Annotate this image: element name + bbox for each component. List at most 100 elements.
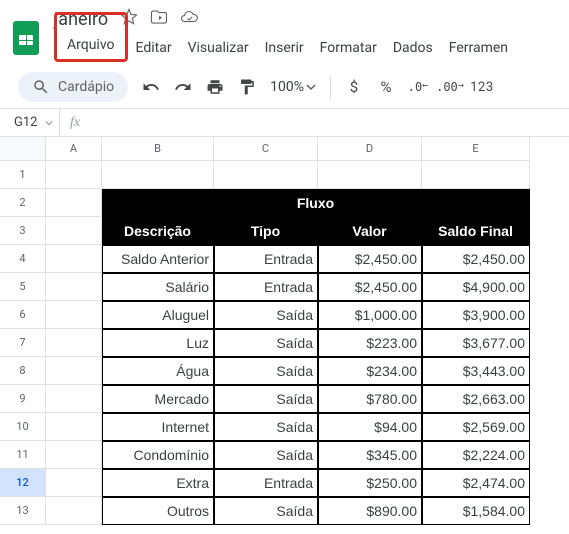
row-header-1[interactable]: 1 — [0, 161, 46, 189]
cell-desc[interactable]: Mercado — [102, 385, 214, 413]
formula-bar[interactable] — [90, 109, 569, 136]
cell-saldo[interactable]: $1,584.00 — [422, 497, 530, 525]
cell[interactable] — [46, 301, 102, 329]
cell-saldo[interactable]: $4,900.00 — [422, 273, 530, 301]
row-header-4[interactable]: 4 — [0, 245, 46, 273]
cell-valor[interactable]: $94.00 — [318, 413, 422, 441]
col-header-saldo[interactable]: Saldo Final — [422, 217, 530, 245]
cell-tipo[interactable]: Saída — [214, 301, 318, 329]
cell[interactable] — [46, 161, 102, 189]
row-header-6[interactable]: 6 — [0, 301, 46, 329]
cell-tipo[interactable]: Entrada — [214, 469, 318, 497]
cell-desc[interactable]: Luz — [102, 329, 214, 357]
menu-ferramentas[interactable]: Ferramen — [441, 36, 516, 60]
row-header-12[interactable]: 12 — [0, 469, 46, 497]
name-box[interactable]: G12 — [0, 109, 60, 136]
cell[interactable] — [46, 441, 102, 469]
row-header-5[interactable]: 5 — [0, 273, 46, 301]
cell-desc[interactable]: Internet — [102, 413, 214, 441]
cell-desc[interactable]: Outros — [102, 497, 214, 525]
row-header-8[interactable]: 8 — [0, 357, 46, 385]
cell-saldo[interactable]: $3,900.00 — [422, 301, 530, 329]
cell[interactable] — [46, 413, 102, 441]
cell[interactable] — [46, 357, 102, 385]
cell[interactable] — [214, 161, 318, 189]
col-header-E[interactable]: E — [422, 137, 530, 161]
cell-saldo[interactable]: $2,569.00 — [422, 413, 530, 441]
row-header-10[interactable]: 10 — [0, 413, 46, 441]
cell-valor[interactable]: $250.00 — [318, 469, 422, 497]
row-header-2[interactable]: 2 — [0, 189, 46, 217]
col-header-tipo[interactable]: Tipo — [214, 217, 318, 245]
redo-button[interactable] — [168, 73, 198, 101]
menu-dados[interactable]: Dados — [385, 36, 441, 60]
cell-desc[interactable]: Salário — [102, 273, 214, 301]
move-folder-icon[interactable] — [150, 8, 168, 30]
cell-desc[interactable]: Extra — [102, 469, 214, 497]
cell[interactable] — [318, 161, 422, 189]
cell-tipo[interactable]: Entrada — [214, 273, 318, 301]
cell[interactable] — [46, 189, 102, 217]
cell-valor[interactable]: $2,450.00 — [318, 245, 422, 273]
cell-valor[interactable]: $1,000.00 — [318, 301, 422, 329]
cell-saldo[interactable]: $2,663.00 — [422, 385, 530, 413]
cell[interactable] — [46, 245, 102, 273]
undo-button[interactable] — [136, 73, 166, 101]
cell-desc[interactable]: Saldo Anterior — [102, 245, 214, 273]
cell[interactable] — [102, 161, 214, 189]
cell-tipo[interactable]: Saída — [214, 329, 318, 357]
col-header-A[interactable]: A — [46, 137, 102, 161]
cell-tipo[interactable]: Saída — [214, 441, 318, 469]
cell-valor[interactable]: $890.00 — [318, 497, 422, 525]
print-button[interactable] — [200, 73, 230, 101]
cell-valor[interactable]: $780.00 — [318, 385, 422, 413]
row-header-3[interactable]: 3 — [0, 217, 46, 245]
cell[interactable] — [46, 273, 102, 301]
paint-format-button[interactable] — [232, 73, 262, 101]
cloud-status-icon[interactable] — [180, 8, 198, 30]
percent-button[interactable]: % — [371, 73, 401, 101]
cell-tipo[interactable]: Saída — [214, 413, 318, 441]
col-header-C[interactable]: C — [214, 137, 318, 161]
cell[interactable] — [422, 161, 530, 189]
col-header-desc[interactable]: Descrição — [102, 217, 214, 245]
cell-tipo[interactable]: Saída — [214, 497, 318, 525]
cell[interactable] — [46, 217, 102, 245]
currency-button[interactable]: $ — [339, 73, 369, 101]
row-header-9[interactable]: 9 — [0, 385, 46, 413]
row-header-13[interactable]: 13 — [0, 497, 46, 525]
col-header-B[interactable]: B — [102, 137, 214, 161]
table-title[interactable]: Fluxo — [102, 189, 530, 217]
cell-saldo[interactable]: $2,450.00 — [422, 245, 530, 273]
cell-desc[interactable]: Condomínio — [102, 441, 214, 469]
row-header-7[interactable]: 7 — [0, 329, 46, 357]
decrease-decimal-button[interactable]: .0← — [403, 73, 433, 101]
cell-valor[interactable]: $345.00 — [318, 441, 422, 469]
menu-search[interactable]: Cardápio — [18, 72, 128, 102]
zoom-select[interactable]: 100% — [264, 79, 322, 95]
cell-tipo[interactable]: Saída — [214, 357, 318, 385]
cell-desc[interactable]: Água — [102, 357, 214, 385]
col-header-D[interactable]: D — [318, 137, 422, 161]
cell-tipo[interactable]: Entrada — [214, 245, 318, 273]
cell-saldo[interactable]: $2,224.00 — [422, 441, 530, 469]
cell[interactable] — [46, 385, 102, 413]
cell-desc[interactable]: Aluguel — [102, 301, 214, 329]
cell-valor[interactable]: $234.00 — [318, 357, 422, 385]
menu-visualizar[interactable]: Visualizar — [180, 36, 257, 60]
increase-decimal-button[interactable]: .00→ — [435, 73, 465, 101]
menu-inserir[interactable]: Inserir — [257, 36, 312, 60]
cell[interactable] — [46, 469, 102, 497]
cell-saldo[interactable]: $3,443.00 — [422, 357, 530, 385]
cell-valor[interactable]: $2,450.00 — [318, 273, 422, 301]
select-all-corner[interactable] — [0, 137, 46, 161]
col-header-valor[interactable]: Valor — [318, 217, 422, 245]
menu-editar[interactable]: Editar — [128, 36, 180, 60]
sheets-logo[interactable] — [8, 20, 44, 56]
menu-arquivo[interactable]: Arquivo — [54, 12, 128, 62]
cell[interactable] — [46, 497, 102, 525]
menu-formatar[interactable]: Formatar — [312, 36, 385, 60]
cell[interactable] — [46, 329, 102, 357]
more-formats-button[interactable]: 123 — [467, 73, 497, 101]
cell-valor[interactable]: $223.00 — [318, 329, 422, 357]
